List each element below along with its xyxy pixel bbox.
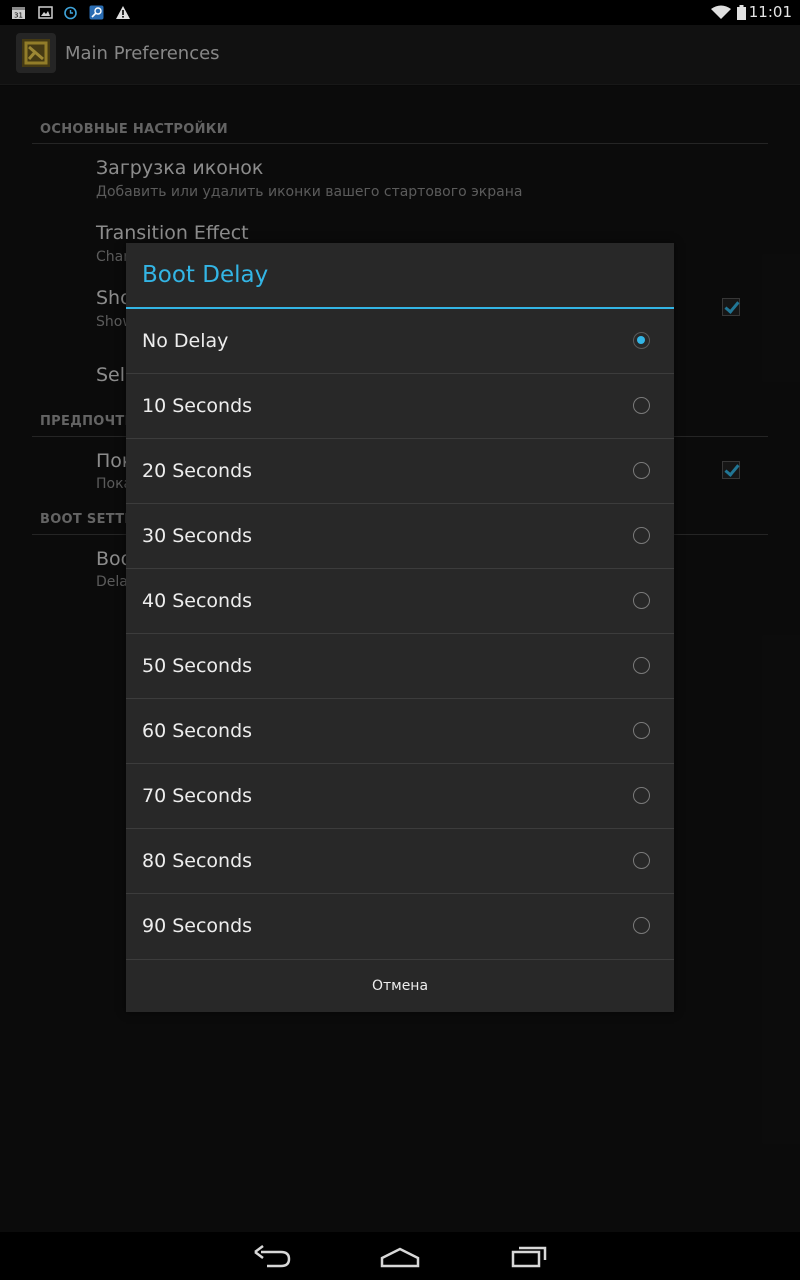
option-10-seconds[interactable]: 10 Seconds bbox=[126, 374, 674, 439]
back-icon[interactable] bbox=[247, 1240, 297, 1272]
home-icon[interactable] bbox=[375, 1240, 425, 1272]
option-label: 80 Seconds bbox=[142, 850, 253, 872]
radio-unselected[interactable] bbox=[633, 462, 650, 479]
option-label: 40 Seconds bbox=[142, 590, 253, 612]
svg-text:31: 31 bbox=[14, 12, 23, 20]
battery-icon bbox=[737, 5, 746, 20]
radio-unselected[interactable] bbox=[633, 592, 650, 609]
warning-icon bbox=[116, 6, 130, 19]
alarm-icon bbox=[64, 6, 77, 20]
option-20-seconds[interactable]: 20 Seconds bbox=[126, 439, 674, 504]
option-90-seconds[interactable]: 90 Seconds bbox=[126, 894, 674, 959]
option-no-delay[interactable]: No Delay bbox=[126, 309, 674, 374]
boot-delay-dialog: Boot Delay No Delay 10 Seconds 20 Second… bbox=[126, 243, 674, 1012]
radio-unselected[interactable] bbox=[633, 527, 650, 544]
option-label: 10 Seconds bbox=[142, 395, 253, 417]
radio-unselected[interactable] bbox=[633, 917, 650, 934]
option-label: 70 Seconds bbox=[142, 785, 253, 807]
radio-selected[interactable] bbox=[633, 332, 650, 349]
option-label: 60 Seconds bbox=[142, 720, 253, 742]
wifi-icon bbox=[711, 5, 731, 19]
recent-apps-icon[interactable] bbox=[503, 1240, 553, 1272]
radio-unselected[interactable] bbox=[633, 852, 650, 869]
radio-unselected[interactable] bbox=[633, 397, 650, 414]
option-label: 50 Seconds bbox=[142, 655, 253, 677]
option-label: No Delay bbox=[142, 330, 229, 352]
dialog-title: Boot Delay bbox=[142, 262, 269, 288]
option-50-seconds[interactable]: 50 Seconds bbox=[126, 634, 674, 699]
option-label: 90 Seconds bbox=[142, 915, 253, 937]
radio-unselected[interactable] bbox=[633, 787, 650, 804]
option-30-seconds[interactable]: 30 Seconds bbox=[126, 504, 674, 569]
option-80-seconds[interactable]: 80 Seconds bbox=[126, 829, 674, 894]
option-label: 30 Seconds bbox=[142, 525, 253, 547]
option-70-seconds[interactable]: 70 Seconds bbox=[126, 764, 674, 829]
navigation-bar bbox=[0, 1232, 800, 1280]
option-40-seconds[interactable]: 40 Seconds bbox=[126, 569, 674, 634]
clock: 11:01 bbox=[748, 3, 792, 21]
calendar-icon: 31 bbox=[12, 7, 25, 20]
option-label: 20 Seconds bbox=[142, 460, 253, 482]
radio-unselected[interactable] bbox=[633, 657, 650, 674]
option-60-seconds[interactable]: 60 Seconds bbox=[126, 699, 674, 764]
cancel-button[interactable]: Отмена bbox=[126, 959, 674, 1012]
cancel-label: Отмена bbox=[371, 978, 429, 994]
status-bar: 31 11:01 bbox=[0, 0, 800, 25]
radio-unselected[interactable] bbox=[633, 722, 650, 739]
gallery-icon bbox=[38, 6, 53, 19]
search-app-icon bbox=[89, 5, 104, 20]
